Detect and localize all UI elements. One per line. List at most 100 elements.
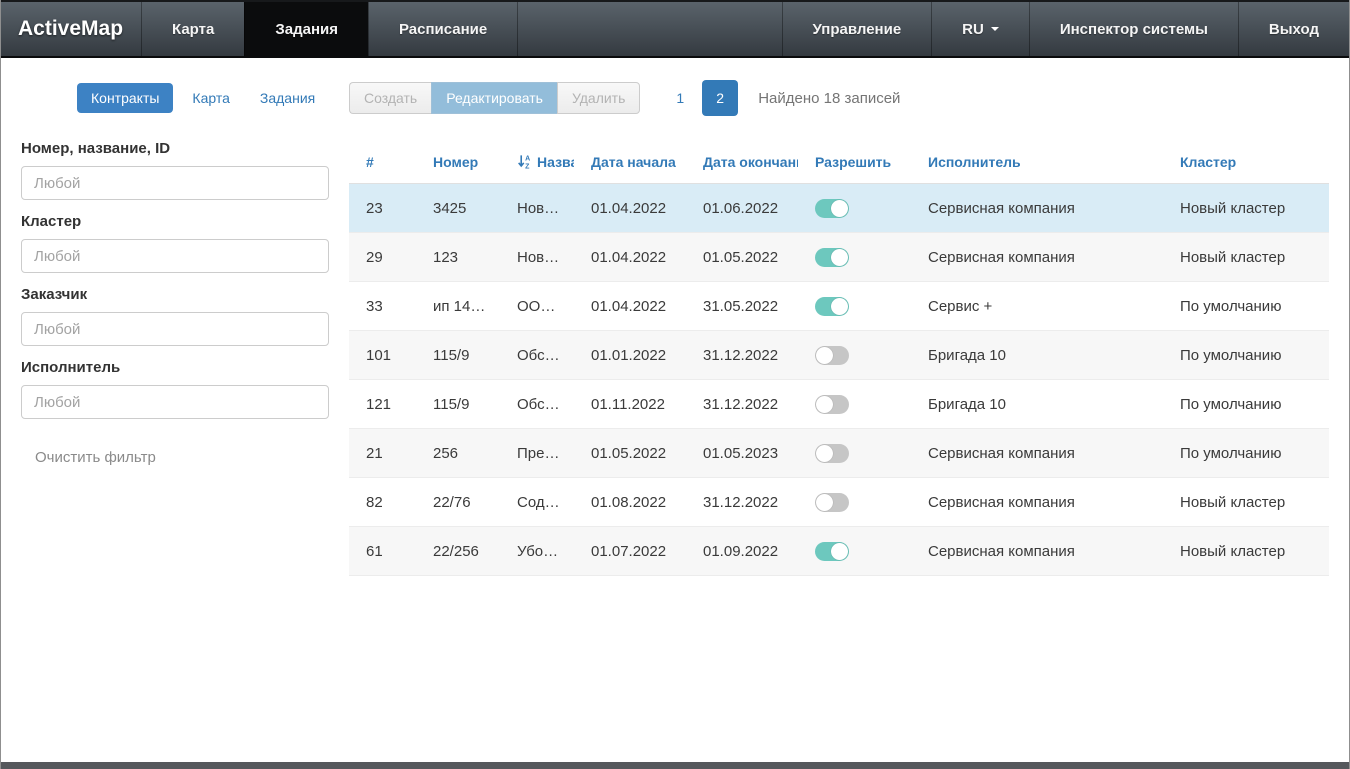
edit-button[interactable]: Редактировать [431,82,557,114]
allow-toggle[interactable] [815,346,849,365]
main-nav-item[interactable]: RU [931,2,1029,56]
cell-executor: Бригада 10 [911,347,1163,364]
cell-date-end: 31.05.2022 [686,298,798,315]
cell-id: 121 [349,396,416,413]
cell-number: 115/9 [416,347,500,364]
cell-number: 123 [416,249,500,266]
cell-date-end: 01.05.2023 [686,445,798,462]
cell-name: Обс… [500,347,574,364]
cell-name: Нов… [500,249,574,266]
table-row[interactable]: 33 ип 14… ОО… 01.04.2022 31.05.2022 Серв… [349,282,1329,331]
allow-toggle[interactable] [815,493,849,512]
filter-field-input[interactable] [21,239,329,273]
cell-name: Пре… [500,445,574,462]
main-nav-tab[interactable]: Задания [244,2,368,56]
delete-button[interactable]: Удалить [557,82,640,114]
allow-toggle[interactable] [815,542,849,561]
cell-number: 22/256 [416,543,500,560]
cell-number: ип 14… [416,298,500,315]
page-button[interactable]: 1 [670,90,690,106]
allow-toggle[interactable] [815,248,849,267]
cell-number: 3425 [416,200,500,217]
cell-cluster: Новый кластер [1163,200,1329,217]
cell-date-start: 01.04.2022 [574,200,686,217]
section-tab[interactable]: Контракты [77,83,173,113]
column-header-date-end[interactable]: Дата окончания [686,154,798,170]
column-header-executor[interactable]: Исполнитель [911,154,1163,170]
filter-field-label: Кластер [21,213,329,230]
cell-name: Нов… [500,200,574,217]
cell-cluster: По умолчанию [1163,445,1329,462]
cell-date-end: 01.09.2022 [686,543,798,560]
allow-toggle[interactable] [815,297,849,316]
cell-executor: Сервисная компания [911,249,1163,266]
column-header-name[interactable]: A Z Название [500,154,574,170]
filter-field: Исполнитель [21,359,329,419]
filter-field: Номер, название, ID [21,140,329,200]
allow-toggle[interactable] [815,444,849,463]
filter-field: Заказчик [21,286,329,346]
main-nav-tab[interactable]: Расписание [368,2,518,56]
cell-id: 61 [349,543,416,560]
filter-field-label: Номер, название, ID [21,140,329,157]
page-button[interactable]: 2 [702,80,738,116]
cell-name: Сод… [500,494,574,511]
column-header-date-start[interactable]: Дата начала [574,154,686,170]
filter-field-input[interactable] [21,312,329,346]
contracts-table: # Номер A Z Название Дата начала [349,140,1329,576]
pagination: 12 [670,80,738,116]
cell-number: 22/76 [416,494,500,511]
window-bottom-edge [1,762,1349,769]
section-tab-label: Контракты [91,90,159,106]
cell-name: ОО… [500,298,574,315]
filter-fields: Номер, название, ID Кластер Заказчик Исп… [21,140,329,419]
table-row[interactable]: 23 3425 Нов… 01.04.2022 01.06.2022 Серви… [349,184,1329,233]
table-row[interactable]: 21 256 Пре… 01.05.2022 01.05.2023 Сервис… [349,429,1329,478]
main-nav-tab[interactable]: Карта [141,2,244,56]
allow-toggle[interactable] [815,199,849,218]
main-nav-right: Управление RU Инспектор системы Выход [782,2,1349,56]
main-nav-item-label: RU [962,21,984,38]
filter-field-input[interactable] [21,385,329,419]
cell-number: 256 [416,445,500,462]
cell-number: 115/9 [416,396,500,413]
section-tab[interactable]: Задания [249,83,326,113]
filter-field-input[interactable] [21,166,329,200]
allow-toggle[interactable] [815,395,849,414]
cell-id: 82 [349,494,416,511]
column-header-id[interactable]: # [349,154,416,170]
table-row[interactable]: 121 115/9 Обс… 01.11.2022 31.12.2022 Бри… [349,380,1329,429]
top-navbar: ActiveMap Карта Задания Расписание Управ… [1,0,1349,58]
clear-filter-link[interactable]: Очистить фильтр [35,449,329,466]
cell-allow [798,297,911,316]
table-row[interactable]: 29 123 Нов… 01.04.2022 01.05.2022 Сервис… [349,233,1329,282]
cell-executor: Сервис + [911,298,1163,315]
table-row[interactable]: 101 115/9 Обс… 01.01.2022 31.12.2022 Бри… [349,331,1329,380]
cell-date-start: 01.11.2022 [574,396,686,413]
create-button[interactable]: Создать [349,82,431,114]
cell-executor: Бригада 10 [911,396,1163,413]
section-tab[interactable]: Карта [181,83,240,113]
main-nav-item[interactable]: Управление [782,2,932,56]
sort-alpha-desc-icon: A Z [517,154,532,169]
column-header-allow[interactable]: Разрешить [798,154,911,170]
cell-id: 33 [349,298,416,315]
table-row[interactable]: 61 22/256 Убо… 01.07.2022 01.09.2022 Сер… [349,527,1329,576]
main-nav-item[interactable]: Выход [1238,2,1349,56]
caret-down-icon [991,27,999,31]
svg-text:Z: Z [525,164,530,169]
cell-cluster: По умолчанию [1163,347,1329,364]
cell-allow [798,493,911,512]
main-nav-item[interactable]: Инспектор системы [1029,2,1238,56]
cell-date-end: 01.05.2022 [686,249,798,266]
cell-allow [798,395,911,414]
column-header-number[interactable]: Номер [416,154,500,170]
column-header-cluster[interactable]: Кластер [1163,154,1329,170]
records-found-text: Найдено 18 записей [758,90,900,107]
table-row[interactable]: 82 22/76 Сод… 01.08.2022 31.12.2022 Серв… [349,478,1329,527]
svg-text:A: A [525,156,530,163]
cell-cluster: Новый кластер [1163,249,1329,266]
cell-date-end: 31.12.2022 [686,347,798,364]
column-header-name-label: Название [537,154,574,170]
cell-allow [798,248,911,267]
